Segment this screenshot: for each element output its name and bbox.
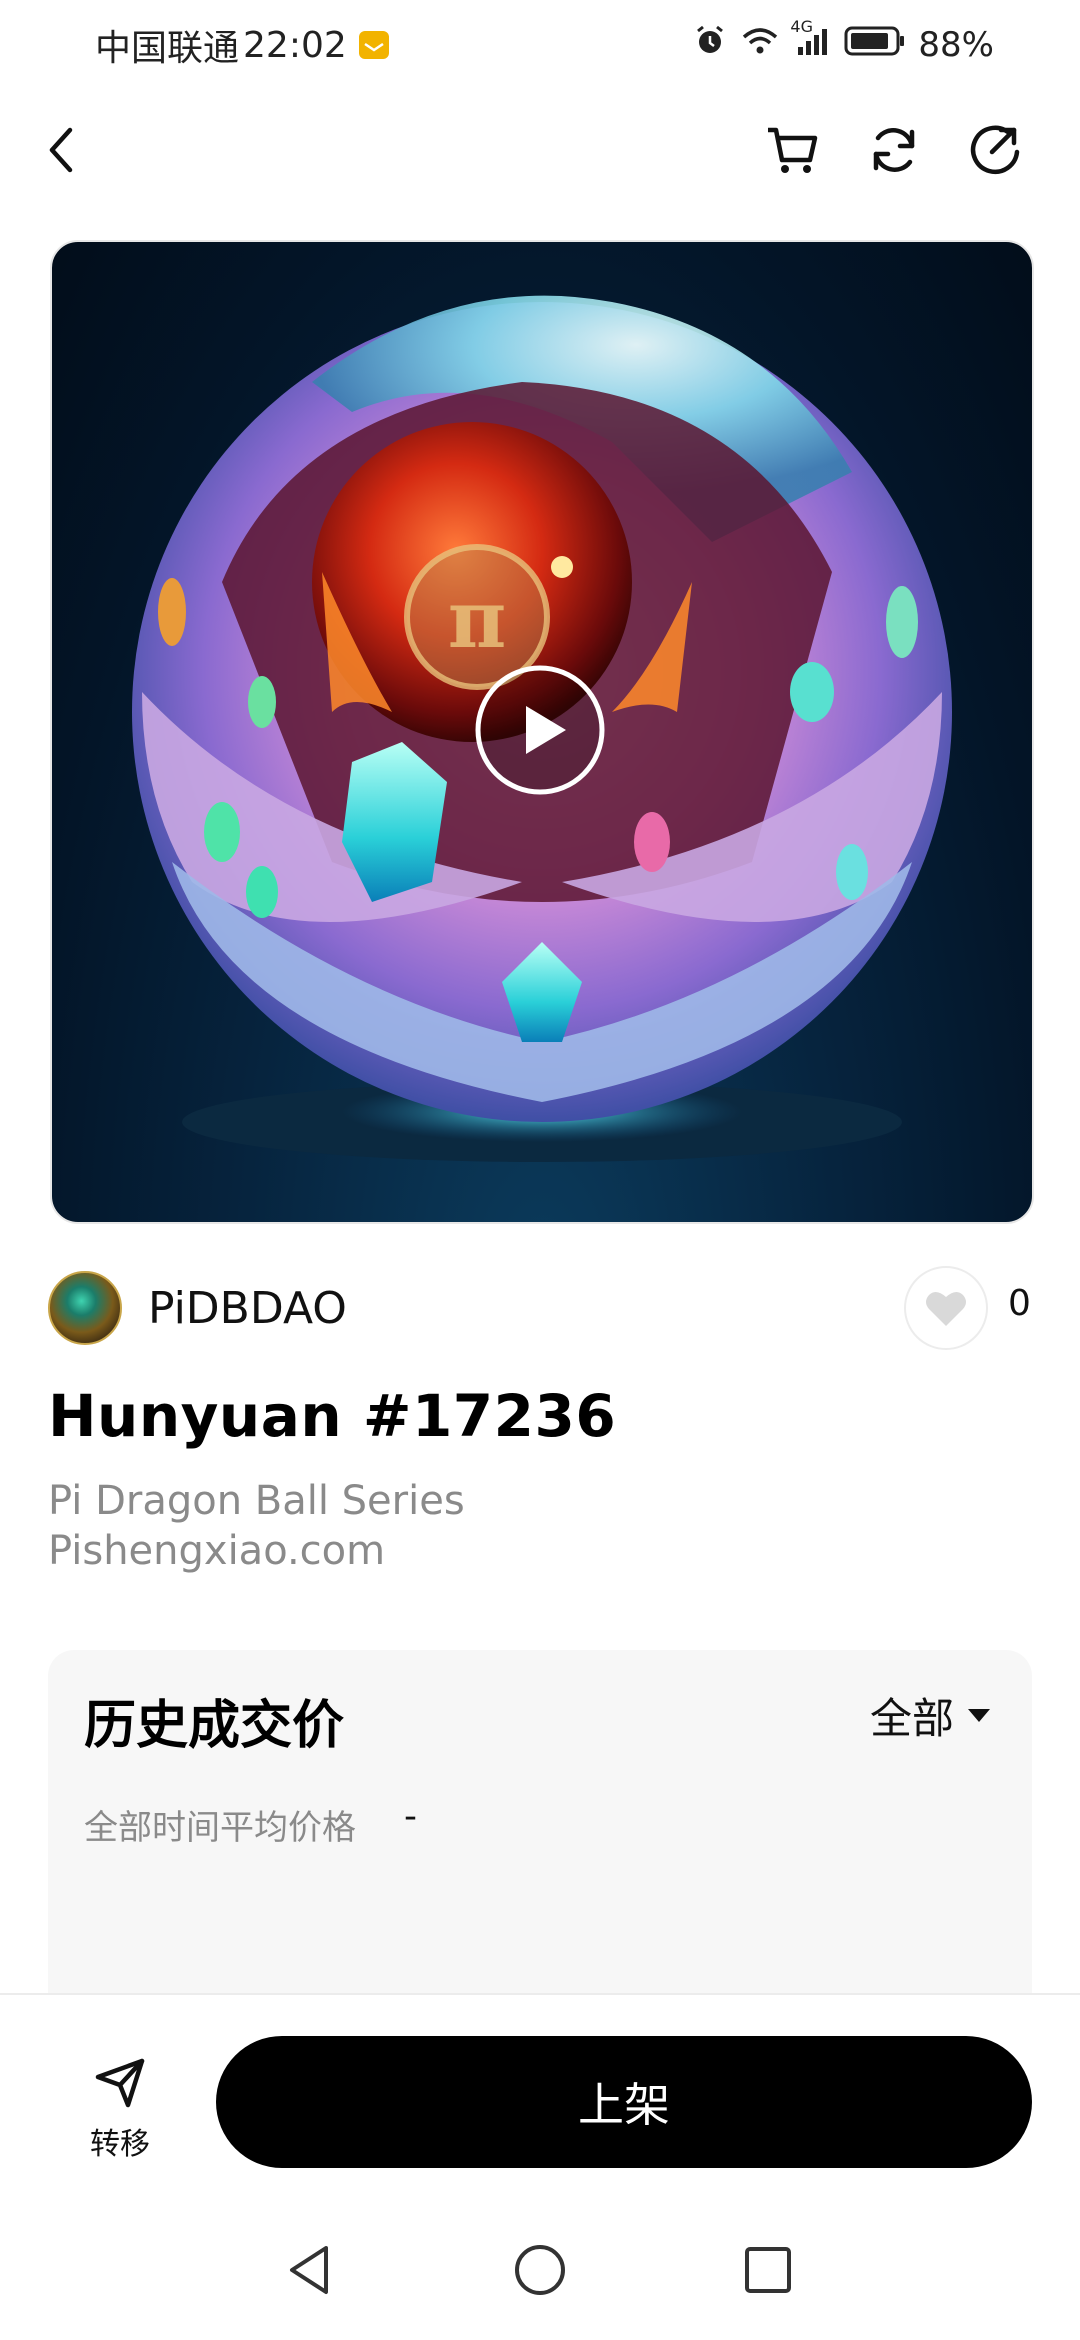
price-history-title: 历史成交价 [84,1696,345,1756]
creator-name[interactable]: PiDBDAO [148,1283,347,1334]
battery-fill [851,32,889,49]
clock-time: 22:02 [243,24,347,66]
status-right: 4G 88% [692,17,994,72]
message-notification-icon [358,31,389,59]
status-bar: 中国联通 22:02 4G 88% [0,0,1080,90]
creator-row[interactable]: PiDBDAO [48,1270,347,1346]
top-nav [0,100,1080,200]
send-icon [95,2058,145,2108]
refresh-icon[interactable] [858,114,930,186]
history-filter-value: 全部 [870,1693,955,1743]
list-for-sale-label: 上架 [578,2078,670,2132]
svg-text:π: π [448,572,507,666]
share-icon[interactable] [960,114,1032,186]
heart-icon [926,1291,966,1326]
transfer-button[interactable]: 转移 [82,2055,158,2165]
carrier-name: 中国联通 [95,28,240,69]
system-recents-icon[interactable] [738,2240,798,2300]
item-title: Hunyuan #17236 [48,1382,617,1450]
network-type-label: 4G [790,16,813,36]
status-left: 中国联通 22:02 [95,18,389,72]
list-for-sale-button[interactable]: 上架 [216,2036,1032,2168]
item-subtitle-site: Pishengxiao.com [48,1528,386,1574]
caret-down-icon [968,1708,991,1722]
alarm-icon [692,23,728,68]
creator-avatar[interactable] [48,1271,122,1345]
battery-icon [844,24,906,67]
battery-percent: 88% [918,25,994,65]
transfer-label: 转移 [90,2127,150,2162]
history-filter-dropdown[interactable]: 全部 [870,1690,991,1743]
play-button[interactable] [474,664,606,796]
back-arrow-icon[interactable] [26,114,98,186]
wifi-icon [740,23,780,68]
system-home-icon[interactable] [510,2240,570,2300]
system-back-icon[interactable] [280,2240,340,2300]
item-subtitle-series: Pi Dragon Ball Series [48,1478,465,1524]
nft-artwork[interactable]: π [50,240,1034,1224]
average-price-value: - [404,1796,417,1837]
like-count: 0 [1008,1283,1031,1324]
play-icon [475,665,605,795]
cellular-signal-icon: 4G [790,17,832,68]
average-price-label: 全部时间平均价格 [84,1808,356,1848]
like-button[interactable] [904,1266,988,1350]
cart-icon[interactable] [756,114,828,186]
